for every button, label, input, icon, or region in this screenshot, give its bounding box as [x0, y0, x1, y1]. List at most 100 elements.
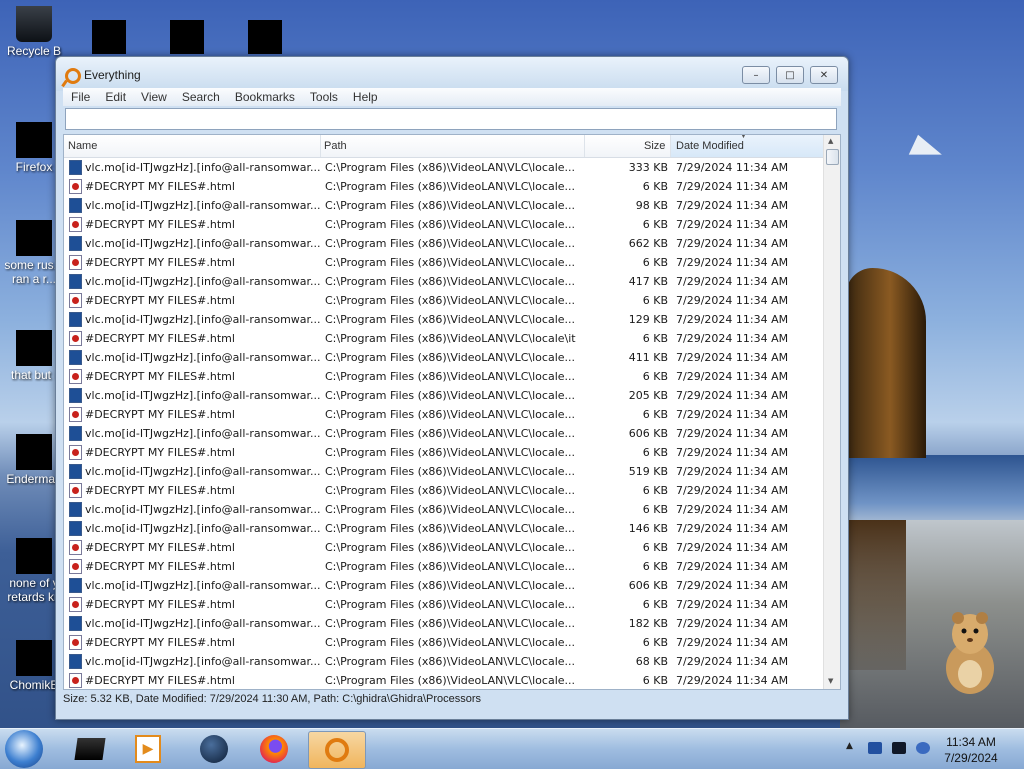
menu-view[interactable]: View — [141, 90, 167, 104]
maximize-button[interactable]: □ — [776, 66, 804, 84]
file-name-cell: #DECRYPT MY FILES#.html — [85, 332, 235, 345]
table-row[interactable]: vlc.mo[id-ITJwgzHz].[info@all-ransomwar.… — [64, 348, 824, 367]
file-size-cell: 146 KB — [628, 522, 668, 535]
html-file-icon — [69, 369, 82, 384]
desktop-icon-top-1[interactable] — [92, 20, 126, 54]
monitor-icon[interactable] — [892, 742, 906, 754]
table-row[interactable]: vlc.mo[id-ITJwgzHz].[info@all-ransomwar.… — [64, 576, 824, 595]
file-date-cell: 7/29/2024 11:34 AM — [676, 313, 789, 326]
table-row[interactable]: #DECRYPT MY FILES#.html C:\Program Files … — [64, 291, 824, 310]
table-row[interactable]: #DECRYPT MY FILES#.html C:\Program Files … — [64, 671, 824, 689]
taskbar-terminal[interactable] — [62, 731, 118, 767]
start-button[interactable] — [5, 730, 43, 768]
file-size-cell: 6 KB — [642, 598, 668, 611]
menu-help[interactable]: Help — [353, 90, 378, 104]
table-row[interactable]: vlc.mo[id-ITJwgzHz].[info@all-ransomwar.… — [64, 234, 824, 253]
table-row[interactable]: #DECRYPT MY FILES#.html C:\Program Files … — [64, 443, 824, 462]
table-row[interactable]: vlc.mo[id-ITJwgzHz].[info@all-ransomwar.… — [64, 500, 824, 519]
table-row[interactable]: #DECRYPT MY FILES#.html C:\Program Files … — [64, 538, 824, 557]
menu-edit[interactable]: Edit — [105, 90, 126, 104]
table-row[interactable]: #DECRYPT MY FILES#.html C:\Program Files … — [64, 367, 824, 386]
table-row[interactable]: #DECRYPT MY FILES#.html C:\Program Files … — [64, 557, 824, 576]
table-row[interactable]: #DECRYPT MY FILES#.html C:\Program Files … — [64, 177, 824, 196]
file-size-cell: 6 KB — [642, 636, 668, 649]
column-header-name[interactable]: Name — [68, 140, 97, 152]
everything-app-icon — [65, 68, 81, 84]
paper-plane-icon — [908, 134, 946, 168]
html-file-icon — [69, 559, 82, 574]
table-row[interactable]: vlc.mo[id-ITJwgzHz].[info@all-ransomwar.… — [64, 386, 824, 405]
menu-file[interactable]: File — [71, 90, 90, 104]
file-name-cell: vlc.mo[id-ITJwgzHz].[info@all-ransomwar.… — [85, 199, 321, 212]
results-list[interactable]: ▼ Name Path Size Date Modified vlc.mo[id… — [63, 134, 841, 690]
table-row[interactable]: vlc.mo[id-ITJwgzHz].[info@all-ransomwar.… — [64, 462, 824, 481]
table-row[interactable]: vlc.mo[id-ITJwgzHz].[info@all-ransomwar.… — [64, 158, 824, 177]
file-icon — [16, 538, 52, 574]
file-date-cell: 7/29/2024 11:34 AM — [676, 199, 789, 212]
vertical-scrollbar[interactable]: ▲ ▼ — [823, 135, 840, 689]
column-header-path[interactable]: Path — [324, 140, 347, 152]
file-name-cell: vlc.mo[id-ITJwgzHz].[info@all-ransomwar.… — [85, 503, 321, 516]
taskbar-firefox[interactable] — [246, 731, 302, 767]
column-divider[interactable] — [584, 135, 585, 157]
file-date-cell: 7/29/2024 11:34 AM — [676, 427, 789, 440]
recycle-bin-icon — [16, 6, 52, 42]
file-name-cell: #DECRYPT MY FILES#.html — [85, 541, 235, 554]
file-path-cell: C:\Program Files (x86)\VideoLAN\VLC\loca… — [325, 446, 576, 459]
file-date-cell: 7/29/2024 11:34 AM — [676, 218, 789, 231]
table-row[interactable]: vlc.mo[id-ITJwgzHz].[info@all-ransomwar.… — [64, 310, 824, 329]
column-header-size[interactable]: Size — [644, 140, 665, 152]
desktop-icon-top-3[interactable] — [248, 20, 282, 54]
menu-bookmarks[interactable]: Bookmarks — [235, 90, 295, 104]
file-name-cell: vlc.mo[id-ITJwgzHz].[info@all-ransomwar.… — [85, 161, 321, 174]
table-row[interactable]: #DECRYPT MY FILES#.html C:\Program Files … — [64, 329, 824, 348]
taskbar-globe[interactable] — [186, 731, 242, 767]
table-row[interactable]: vlc.mo[id-ITJwgzHz].[info@all-ransomwar.… — [64, 614, 824, 633]
scroll-down-icon[interactable]: ▼ — [828, 677, 833, 685]
file-date-cell: 7/29/2024 11:34 AM — [676, 579, 789, 592]
table-row[interactable]: #DECRYPT MY FILES#.html C:\Program Files … — [64, 481, 824, 500]
file-date-cell: 7/29/2024 11:34 AM — [676, 541, 789, 554]
table-row[interactable]: #DECRYPT MY FILES#.html C:\Program Files … — [64, 633, 824, 652]
search-input[interactable] — [65, 108, 837, 130]
table-row[interactable]: vlc.mo[id-ITJwgzHz].[info@all-ransomwar.… — [64, 196, 824, 215]
media-player-icon: ▶ — [135, 735, 161, 763]
title-bar[interactable]: Everything – □ ✕ — [56, 57, 848, 91]
table-row[interactable]: vlc.mo[id-ITJwgzHz].[info@all-ransomwar.… — [64, 652, 824, 671]
table-row[interactable]: #DECRYPT MY FILES#.html C:\Program Files … — [64, 595, 824, 614]
scrollbar-thumb[interactable] — [826, 149, 839, 165]
results-rows: vlc.mo[id-ITJwgzHz].[info@all-ransomwar.… — [64, 158, 824, 689]
column-divider[interactable] — [670, 135, 671, 157]
minimize-button[interactable]: – — [742, 66, 770, 84]
file-size-cell: 417 KB — [628, 275, 668, 288]
file-icon — [16, 640, 52, 676]
table-row[interactable]: vlc.mo[id-ITJwgzHz].[info@all-ransomwar.… — [64, 519, 824, 538]
file-path-cell: C:\Program Files (x86)\VideoLAN\VLC\loca… — [325, 541, 576, 554]
taskbar-media-player[interactable]: ▶ — [120, 731, 176, 767]
file-size-cell: 6 KB — [642, 370, 668, 383]
desktop-icon-recycle-bin[interactable]: Recycle B — [0, 6, 72, 58]
desktop-icon-top-2[interactable] — [170, 20, 204, 54]
system-clock[interactable]: 11:34 AM 7/29/2024 — [936, 734, 1006, 766]
table-row[interactable]: vlc.mo[id-ITJwgzHz].[info@all-ransomwar.… — [64, 424, 824, 443]
close-button[interactable]: ✕ — [810, 66, 838, 84]
show-hidden-icons-icon[interactable]: ▲ — [846, 741, 853, 751]
menu-tools[interactable]: Tools — [310, 90, 338, 104]
table-row[interactable]: #DECRYPT MY FILES#.html C:\Program Files … — [64, 215, 824, 234]
scroll-up-icon[interactable]: ▲ — [828, 137, 833, 145]
table-row[interactable]: #DECRYPT MY FILES#.html C:\Program Files … — [64, 405, 824, 424]
table-row[interactable]: #DECRYPT MY FILES#.html C:\Program Files … — [64, 253, 824, 272]
file-name-cell: #DECRYPT MY FILES#.html — [85, 636, 235, 649]
file-path-cell: C:\Program Files (x86)\VideoLAN\VLC\loca… — [325, 294, 576, 307]
menu-search[interactable]: Search — [182, 90, 220, 104]
everything-window[interactable]: Everything – □ ✕ File Edit View Search B… — [55, 56, 849, 720]
volume-icon[interactable] — [916, 742, 930, 754]
taskbar-everything[interactable] — [308, 731, 366, 769]
network-icon[interactable] — [868, 742, 882, 754]
file-path-cell: C:\Program Files (x86)\VideoLAN\VLC\loca… — [325, 199, 576, 212]
column-header-date-modified[interactable]: Date Modified — [676, 140, 744, 152]
column-divider[interactable] — [320, 135, 321, 157]
table-row[interactable]: vlc.mo[id-ITJwgzHz].[info@all-ransomwar.… — [64, 272, 824, 291]
file-name-cell: vlc.mo[id-ITJwgzHz].[info@all-ransomwar.… — [85, 579, 321, 592]
file-name-cell: #DECRYPT MY FILES#.html — [85, 370, 235, 383]
